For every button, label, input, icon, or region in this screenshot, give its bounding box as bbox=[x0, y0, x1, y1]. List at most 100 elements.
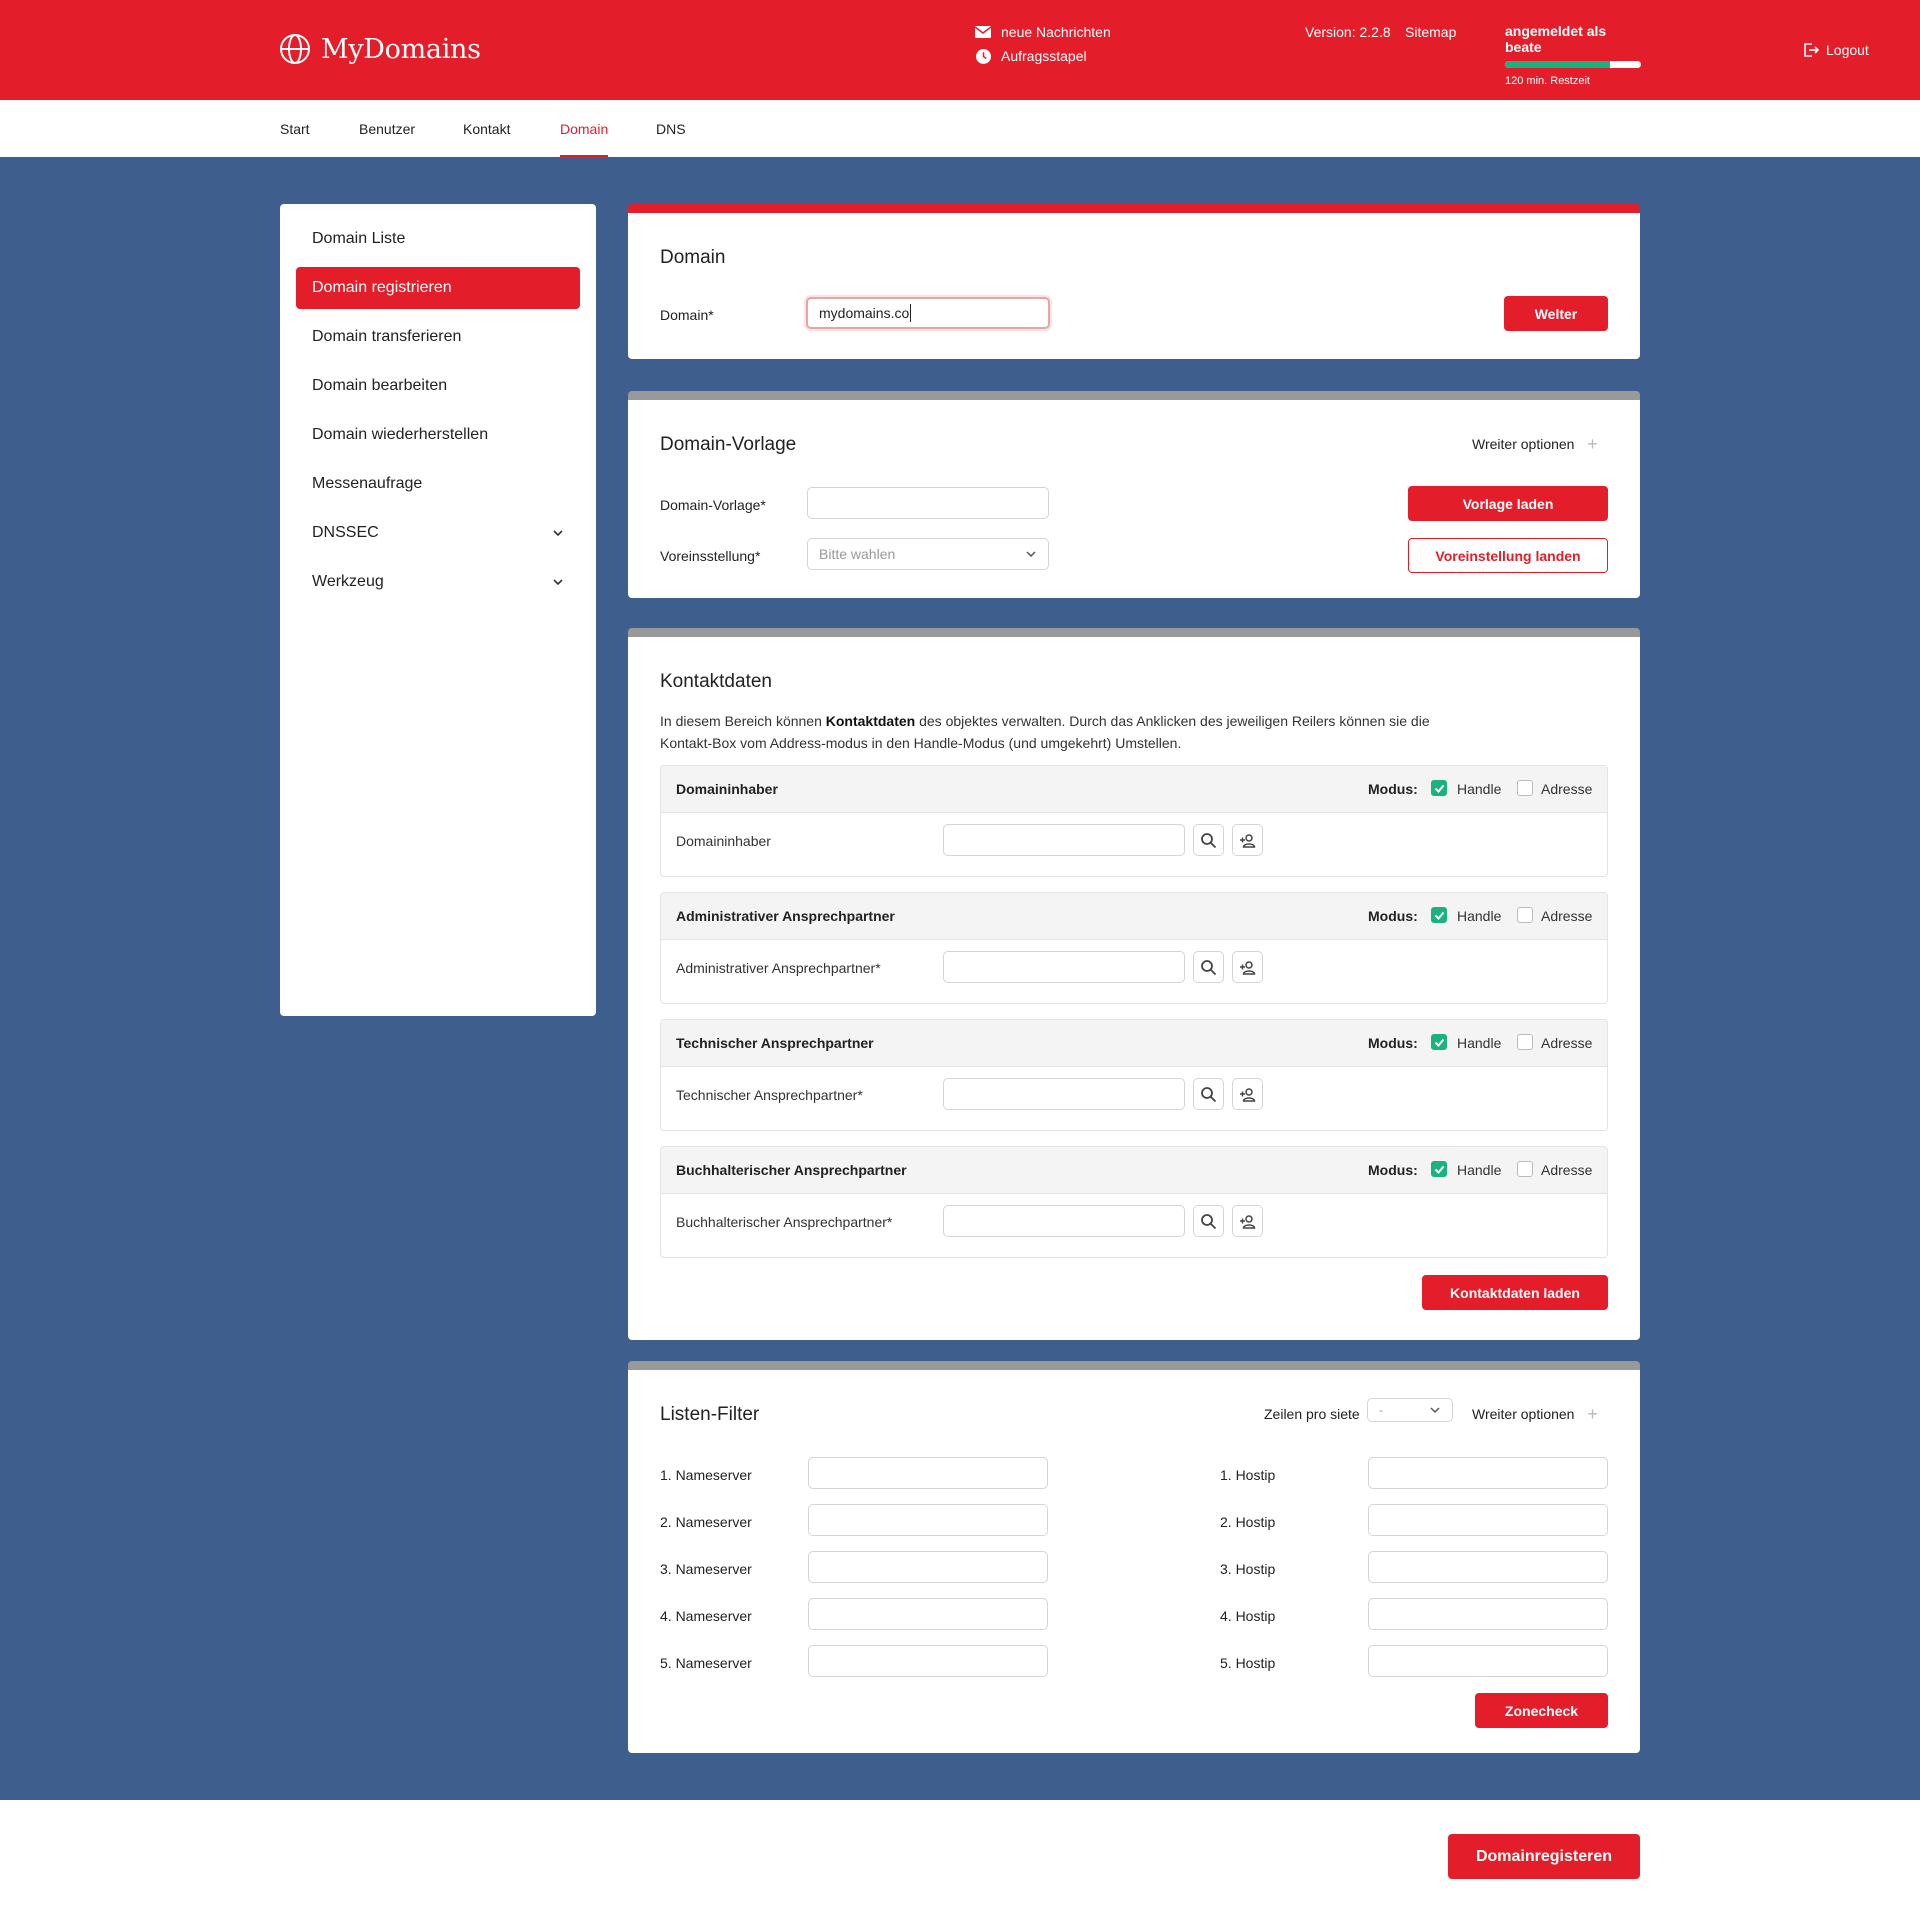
register-domain-button[interactable]: Domainregisteren bbox=[1448, 1834, 1640, 1879]
address-label: Adresse bbox=[1541, 908, 1593, 924]
handle-label: Handle bbox=[1457, 1162, 1502, 1178]
address-checkbox[interactable] bbox=[1517, 1161, 1533, 1177]
sidebar-item-label: Domain Liste bbox=[312, 230, 406, 247]
nameserver-label: 3. Nameserver bbox=[660, 1561, 752, 1577]
rows-per-page-select[interactable]: - bbox=[1367, 1398, 1453, 1422]
nav-start[interactable]: Start bbox=[280, 121, 310, 155]
desc-line-2: Kontakt-Box vom Address-modus in den Han… bbox=[660, 735, 1182, 751]
more-options-label: Wreiter optionen bbox=[1472, 436, 1575, 452]
add-contact-button[interactable] bbox=[1232, 951, 1263, 983]
contact-box-header[interactable]: Domaininhaber Modus: Handle Adresse bbox=[661, 766, 1607, 813]
nameserver-input[interactable] bbox=[808, 1457, 1048, 1489]
template-field-label: Domain-Vorlage* bbox=[660, 497, 766, 513]
search-button[interactable] bbox=[1193, 1205, 1224, 1237]
nav-dns[interactable]: DNS bbox=[656, 121, 686, 155]
zonecheck-button[interactable]: Zonecheck bbox=[1475, 1693, 1608, 1728]
contact-box-title: Domaininhaber bbox=[676, 781, 778, 797]
add-contact-button[interactable] bbox=[1232, 1078, 1263, 1110]
hostip-input[interactable] bbox=[1368, 1457, 1608, 1489]
check-icon bbox=[1434, 784, 1444, 793]
nameserver-input[interactable] bbox=[808, 1598, 1048, 1630]
chevron-down-icon bbox=[1026, 551, 1036, 558]
add-contact-button[interactable] bbox=[1232, 1205, 1263, 1237]
contact-box-header[interactable]: Technischer Ansprechpartner Modus: Handl… bbox=[661, 1020, 1607, 1067]
logo[interactable]: MyDomains bbox=[279, 33, 481, 65]
hostip-input[interactable] bbox=[1368, 1551, 1608, 1583]
text-caret bbox=[910, 304, 912, 322]
handle-checkbox[interactable] bbox=[1431, 780, 1447, 796]
nameserver-label: 4. Nameserver bbox=[660, 1608, 752, 1624]
load-preset-button[interactable]: Voreinstellung landen bbox=[1408, 538, 1608, 573]
queue-link[interactable]: Aufragsstapel bbox=[975, 48, 1087, 64]
hostip-input[interactable] bbox=[1368, 1598, 1608, 1630]
sidebar-item-domain-wiederherstellen[interactable]: Domain wiederherstellen bbox=[296, 414, 580, 456]
search-icon bbox=[1201, 1213, 1217, 1229]
search-button[interactable] bbox=[1193, 951, 1224, 983]
add-user-icon bbox=[1240, 960, 1256, 975]
sidebar-item-label: Messenaufrage bbox=[312, 475, 423, 492]
plus-icon: + bbox=[1587, 1403, 1598, 1424]
domain-input-value: mydomains.co bbox=[819, 305, 910, 321]
handle-checkbox[interactable] bbox=[1431, 1161, 1447, 1177]
address-checkbox[interactable] bbox=[1517, 1034, 1533, 1050]
nav-domain[interactable]: Domain bbox=[560, 121, 609, 158]
preset-select[interactable]: Bitte wahlen bbox=[807, 538, 1049, 570]
sitemap-link[interactable]: Sitemap bbox=[1405, 24, 1456, 40]
contact-input[interactable] bbox=[943, 824, 1185, 856]
nav-kontakt[interactable]: Kontakt bbox=[463, 121, 510, 155]
sidebar-item-domain-liste[interactable]: Domain Liste bbox=[296, 218, 580, 260]
sidebar-item-messenaufrage[interactable]: Messenaufrage bbox=[296, 463, 580, 505]
sidebar-item-label: Domain bearbeiten bbox=[312, 377, 448, 394]
search-button[interactable] bbox=[1193, 824, 1224, 856]
contact-input[interactable] bbox=[943, 951, 1185, 983]
sidebar-item-dnssec[interactable]: DNSSEC bbox=[296, 512, 580, 554]
contact-box-title: Technischer Ansprechpartner bbox=[676, 1035, 874, 1051]
contact-input[interactable] bbox=[943, 1205, 1185, 1237]
contact-box-admin: Administrativer Ansprechpartner Modus: H… bbox=[660, 892, 1608, 1004]
search-icon bbox=[1201, 832, 1217, 848]
hostip-label: 1. Hostip bbox=[1220, 1467, 1276, 1483]
nameserver-input[interactable] bbox=[808, 1504, 1048, 1536]
sidebar-item-domain-registrieren[interactable]: Domain registrieren bbox=[296, 267, 580, 309]
add-contact-button[interactable] bbox=[1232, 824, 1263, 856]
handle-checkbox[interactable] bbox=[1431, 907, 1447, 923]
nameserver-input[interactable] bbox=[808, 1551, 1048, 1583]
brand-name: MyDomains bbox=[321, 33, 481, 65]
search-button[interactable] bbox=[1193, 1078, 1224, 1110]
user-label: angemeldet als beate bbox=[1505, 23, 1607, 55]
panel-title: Listen-Filter bbox=[660, 1404, 760, 1425]
handle-checkbox[interactable] bbox=[1431, 1034, 1447, 1050]
logout-button[interactable]: Logout bbox=[1803, 42, 1869, 58]
more-options-toggle[interactable]: Wreiter optionen + bbox=[1472, 432, 1604, 456]
address-label: Adresse bbox=[1541, 1162, 1593, 1178]
footer-bar: Domainregisteren bbox=[0, 1800, 1920, 1909]
hostip-input[interactable] bbox=[1368, 1645, 1608, 1677]
sidebar-item-domain-bearbeiten[interactable]: Domain bearbeiten bbox=[296, 365, 580, 407]
hostip-input[interactable] bbox=[1368, 1504, 1608, 1536]
welter-button[interactable]: Welter bbox=[1504, 296, 1608, 331]
contact-box-header[interactable]: Administrativer Ansprechpartner Modus: H… bbox=[661, 893, 1607, 940]
nav-benutzer[interactable]: Benutzer bbox=[359, 121, 415, 155]
domain-template-panel: Domain-Vorlage Wreiter optionen + Domain… bbox=[628, 391, 1640, 598]
panel-title: Kontaktdaten bbox=[660, 671, 772, 692]
more-options-toggle[interactable]: Wreiter optionen + bbox=[1472, 1402, 1604, 1426]
list-filter-panel: Listen-Filter Zeilen pro siete - Wreiter… bbox=[628, 1361, 1640, 1753]
domain-input[interactable]: mydomains.co bbox=[806, 297, 1050, 329]
sidebar-item-label: Domain transferieren bbox=[312, 328, 462, 345]
nameserver-input[interactable] bbox=[808, 1645, 1048, 1677]
sidebar-item-label: Domain wiederherstellen bbox=[312, 426, 489, 443]
sidebar-item-werkzeug[interactable]: Werkzeug bbox=[296, 561, 580, 603]
template-input[interactable] bbox=[807, 487, 1049, 519]
messages-link[interactable]: neue Nachrichten bbox=[975, 24, 1111, 40]
contact-input[interactable] bbox=[943, 1078, 1185, 1110]
session-time: 120 min. Restzeit bbox=[1505, 75, 1590, 87]
address-checkbox[interactable] bbox=[1517, 780, 1533, 796]
rows-per-page-label: Zeilen pro siete bbox=[1264, 1406, 1360, 1422]
chevron-down-icon bbox=[553, 579, 563, 586]
sidebar-item-domain-transferieren[interactable]: Domain transferieren bbox=[296, 316, 580, 358]
address-checkbox[interactable] bbox=[1517, 907, 1533, 923]
contact-box-tech: Technischer Ansprechpartner Modus: Handl… bbox=[660, 1019, 1608, 1131]
load-contacts-button[interactable]: Kontaktdaten laden bbox=[1422, 1275, 1608, 1310]
contact-box-header[interactable]: Buchhalterischer Ansprechpartner Modus: … bbox=[661, 1147, 1607, 1194]
load-template-button[interactable]: Vorlage laden bbox=[1408, 486, 1608, 521]
